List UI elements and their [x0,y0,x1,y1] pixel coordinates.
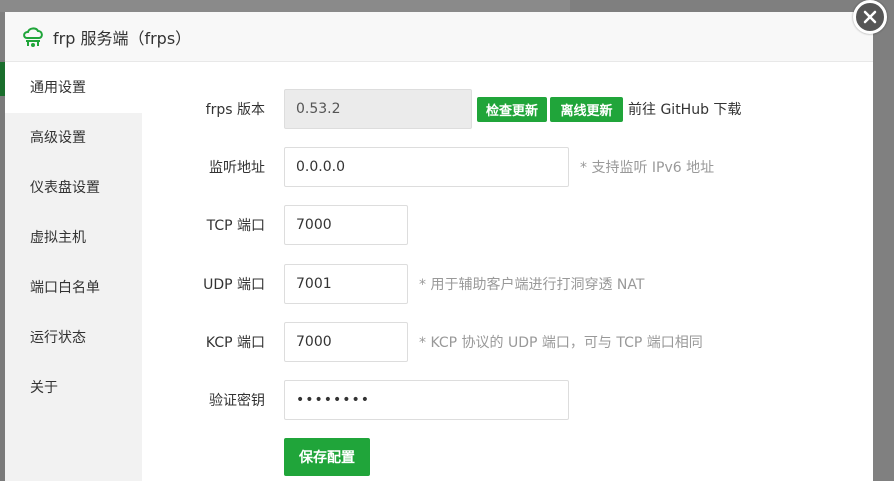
listen-addr-label: 监听地址 [209,160,265,176]
udp-port-label: UDP 端口 [203,277,265,293]
background-topbar [0,0,570,12]
frps-settings-modal: frp 服务端（frps） 通用设置 高级设置 仪表盘设置 虚拟主机 端口白名单… [5,12,873,481]
udp-port-input[interactable] [284,264,408,304]
close-icon [863,10,877,24]
sidebar-item-status[interactable]: 运行状态 [5,313,142,363]
sidebar-item-general[interactable]: 通用设置 [5,63,142,113]
auth-token-label: 验证密钥 [209,393,265,409]
sidebar-item-dashboard[interactable]: 仪表盘设置 [5,163,142,213]
save-config-button[interactable]: 保存配置 [284,438,370,476]
listen-addr-hint: * 支持监听 IPv6 地址 [580,160,715,176]
modal-body: 通用设置 高级设置 仪表盘设置 虚拟主机 端口白名单 运行状态 关于 frps … [5,63,873,481]
settings-sidebar: 通用设置 高级设置 仪表盘设置 虚拟主机 端口白名单 运行状态 关于 [5,63,142,481]
frp-cloud-icon [21,26,45,48]
check-update-button[interactable]: 检查更新 [477,96,547,122]
kcp-port-input[interactable] [284,322,408,362]
tcp-port-input[interactable] [284,205,408,245]
tcp-port-row: TCP 端口 [142,205,873,245]
sidebar-item-vhost[interactable]: 虚拟主机 [5,213,142,263]
version-row: frps 版本 检查更新 离线更新 前往 GitHub 下载 [142,89,873,129]
modal-title: frp 服务端（frps） [53,28,192,48]
version-label: frps 版本 [205,102,265,118]
udp-port-hint: * 用于辅助客户端进行打洞穿透 NAT [419,277,645,293]
kcp-port-label: KCP 端口 [205,335,265,351]
sidebar-item-advanced[interactable]: 高级设置 [5,113,142,163]
background-right-panel [872,60,894,481]
save-row: 保存配置 [142,438,873,476]
sidebar-item-about[interactable]: 关于 [5,363,142,413]
listen-addr-row: 监听地址 * 支持监听 IPv6 地址 [142,147,873,187]
version-field [284,89,472,129]
modal-header: frp 服务端（frps） [5,12,873,62]
udp-port-row: UDP 端口 * 用于辅助客户端进行打洞穿透 NAT [142,264,873,304]
github-download-link[interactable]: 前往 GitHub 下载 [628,99,741,119]
kcp-port-row: KCP 端口 * KCP 协议的 UDP 端口，可与 TCP 端口相同 [142,322,873,362]
sidebar-item-port-whitelist[interactable]: 端口白名单 [5,263,142,313]
settings-content: frps 版本 检查更新 离线更新 前往 GitHub 下载 监听地址 * 支持… [142,63,873,481]
offline-update-button[interactable]: 离线更新 [550,96,623,122]
kcp-port-hint: * KCP 协议的 UDP 端口，可与 TCP 端口相同 [419,335,703,351]
auth-token-row: 验证密钥 [142,380,873,420]
tcp-port-label: TCP 端口 [206,218,265,234]
modal-close-button[interactable] [853,0,887,34]
listen-addr-input[interactable] [284,147,569,187]
auth-token-input[interactable] [284,380,569,420]
